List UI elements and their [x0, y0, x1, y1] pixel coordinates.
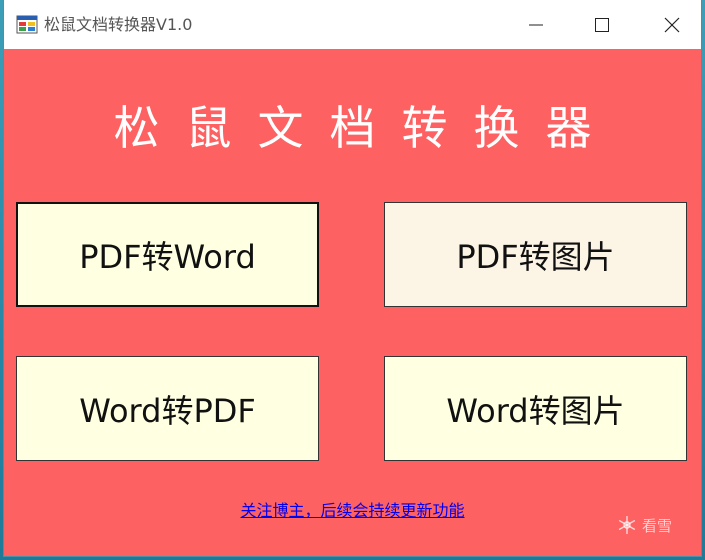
close-icon: [664, 17, 680, 32]
close-button[interactable]: [649, 0, 695, 49]
maximize-button[interactable]: [579, 0, 625, 49]
app-heading: 松鼠文档转换器: [113, 101, 618, 155]
app-window-icon: [16, 15, 38, 34]
app-window: 松鼠文档转换器V1.0 松鼠文档转换器 PDF转Word PDF转图片 Word…: [4, 0, 701, 556]
word-to-image-button[interactable]: Word转图片: [384, 356, 687, 461]
watermark-text: 看雪: [642, 516, 673, 535]
minimize-icon: [529, 24, 543, 25]
word-to-pdf-button[interactable]: Word转PDF: [16, 356, 319, 461]
minimize-button[interactable]: [513, 0, 559, 49]
title-bar[interactable]: 松鼠文档转换器V1.0: [4, 0, 701, 49]
maximize-icon: [595, 17, 609, 32]
watermark: 看雪: [616, 514, 672, 536]
window-title: 松鼠文档转换器V1.0: [44, 15, 193, 34]
pdf-to-word-button[interactable]: PDF转Word: [16, 202, 319, 307]
follow-author-link[interactable]: 关注博主，后续会持续更新功能: [4, 500, 701, 522]
pdf-to-image-button[interactable]: PDF转图片: [384, 202, 687, 307]
snowflake-icon: [618, 516, 636, 534]
